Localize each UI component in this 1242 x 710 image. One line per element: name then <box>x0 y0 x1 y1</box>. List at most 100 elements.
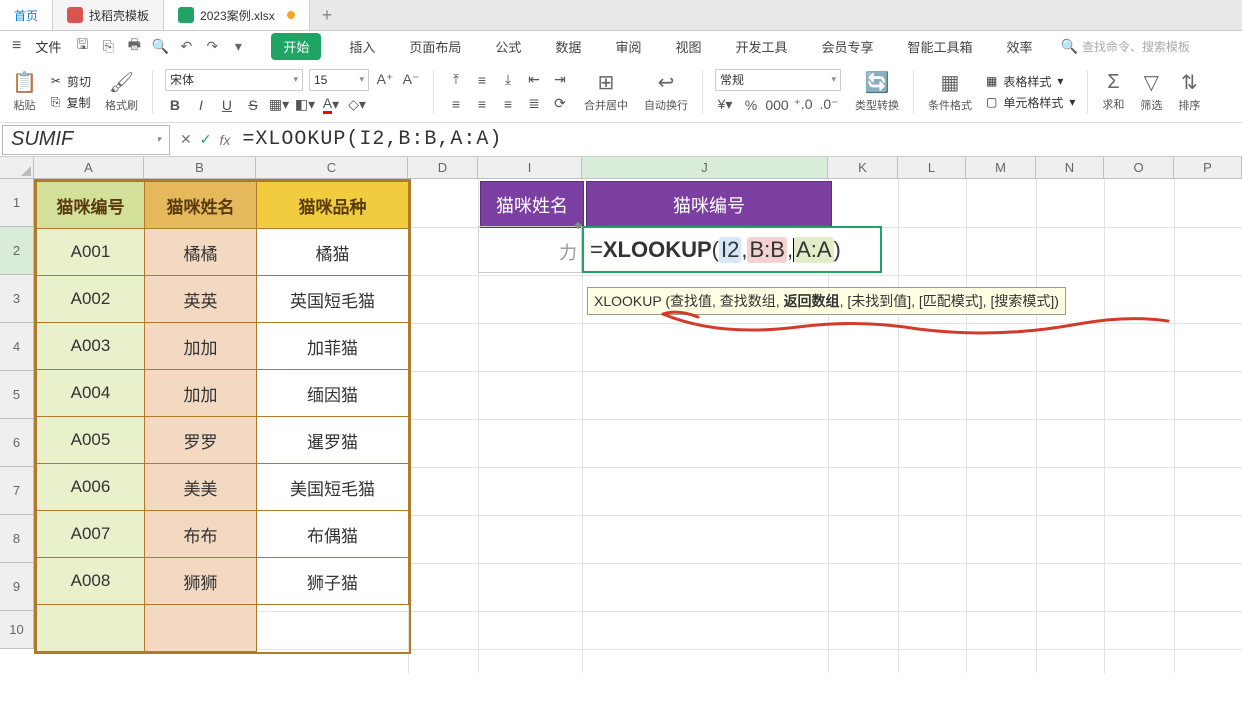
wrap-button[interactable]: ↩自动换行 <box>638 61 694 122</box>
ribbon-tab-data[interactable]: 数据 <box>549 33 587 60</box>
row-header-8[interactable]: 8 <box>0 515 34 563</box>
col-header-n[interactable]: N <box>1036 157 1104 178</box>
indent-inc-icon[interactable]: ⇥ <box>550 70 570 90</box>
cell-i2[interactable]: 力 ◆ <box>478 226 582 273</box>
highlight-button[interactable]: ◇▾ <box>347 95 367 115</box>
copy-button[interactable]: ⎘复制 <box>51 94 91 111</box>
table-row[interactable]: A002英英英国短毛猫 <box>37 276 409 323</box>
table-row[interactable]: A001橘橘橘猫 <box>37 229 409 276</box>
italic-button[interactable]: I <box>191 95 211 115</box>
row-header-5[interactable]: 5 <box>0 371 34 419</box>
redo-icon[interactable]: ↷ <box>203 37 221 55</box>
cond-format-button[interactable]: ▦条件格式 <box>922 61 978 122</box>
preview-icon[interactable]: 🔍 <box>151 37 169 55</box>
merge-button[interactable]: ⊞合并居中 <box>578 61 634 122</box>
font-select[interactable]: 宋体▾ <box>165 69 303 91</box>
row-header-4[interactable]: 4 <box>0 323 34 371</box>
col-header-o[interactable]: O <box>1104 157 1174 178</box>
ribbon-tab-smart[interactable]: 智能工具箱 <box>902 33 979 60</box>
col-header-b[interactable]: B <box>144 157 256 178</box>
table-row[interactable]: A007布布布偶猫 <box>37 511 409 558</box>
indent-dec-icon[interactable]: ⇤ <box>524 70 544 90</box>
col-header-p[interactable]: P <box>1174 157 1242 178</box>
fill-color-button[interactable]: ◧▾ <box>295 95 315 115</box>
cat-header-id[interactable]: 猫咪编号 <box>37 182 145 229</box>
sum-button[interactable]: Σ求和 <box>1096 61 1130 122</box>
row-header-10[interactable]: 10 <box>0 611 34 649</box>
cell-style-button[interactable]: ▢单元格样式▾ <box>986 94 1075 111</box>
ribbon-tab-formula[interactable]: 公式 <box>489 33 527 60</box>
ribbon-tab-view[interactable]: 视图 <box>669 33 707 60</box>
row-header-2[interactable]: 2 <box>0 227 34 275</box>
font-color-button[interactable]: A▾ <box>321 95 341 115</box>
underline-button[interactable]: U <box>217 95 237 115</box>
format-painter[interactable]: 🖌格式刷 <box>99 61 144 122</box>
percent-icon[interactable]: % <box>741 95 761 115</box>
command-search[interactable]: 🔍 查找命令、搜索模板 <box>1061 38 1190 55</box>
table-row[interactable]: A003加加加菲猫 <box>37 323 409 370</box>
row-header-1[interactable]: 1 <box>0 179 34 227</box>
tab-templates[interactable]: 找稻壳模板 <box>53 0 164 30</box>
paste-group[interactable]: 📋粘贴 <box>6 61 43 122</box>
fx-icon[interactable]: fx <box>219 132 230 148</box>
type-convert-button[interactable]: 🔄类型转换 <box>849 61 905 122</box>
row-header-6[interactable]: 6 <box>0 419 34 467</box>
row-header-7[interactable]: 7 <box>0 467 34 515</box>
table-row[interactable]: A008狮狮狮子猫 <box>37 558 409 605</box>
cell-j2-editing[interactable]: =XLOOKUP(I2,B:B,A:A) <box>582 226 882 273</box>
formula-input[interactable]: =XLOOKUP(I2,B:B,A:A) <box>238 128 1242 151</box>
cat-header-name[interactable]: 猫咪姓名 <box>145 182 257 229</box>
align-right-icon[interactable]: ≡ <box>498 94 518 114</box>
col-header-j[interactable]: J <box>582 157 828 178</box>
shrink-font-icon[interactable]: A⁻ <box>401 70 421 90</box>
formula-cancel-button[interactable]: ✕ <box>180 131 192 148</box>
cells-area[interactable]: 猫咪编号 猫咪姓名 猫咪品种 A001橘橘橘猫 A002英英英国短毛猫 A003… <box>34 179 1242 673</box>
ribbon-tab-insert[interactable]: 插入 <box>343 33 381 60</box>
cut-button[interactable]: ✂剪切 <box>51 73 91 90</box>
col-header-l[interactable]: L <box>898 157 966 178</box>
col-header-i[interactable]: I <box>478 157 582 178</box>
col-header-a[interactable]: A <box>34 157 144 178</box>
dec-decimal-icon[interactable]: .0⁻ <box>819 95 839 115</box>
dropdown-icon[interactable]: ▾ <box>229 37 247 55</box>
ribbon-tab-member[interactable]: 会员专享 <box>815 33 879 60</box>
col-header-d[interactable]: D <box>408 157 478 178</box>
strike-button[interactable]: S <box>243 95 263 115</box>
col-header-k[interactable]: K <box>828 157 898 178</box>
ribbon-tab-eff[interactable]: 效率 <box>1001 33 1039 60</box>
lookup-header-id[interactable]: 猫咪编号 <box>586 181 832 228</box>
row-header-3[interactable]: 3 <box>0 275 34 323</box>
table-row-empty[interactable] <box>37 605 409 652</box>
ribbon-tab-dev[interactable]: 开发工具 <box>729 33 793 60</box>
align-left-icon[interactable]: ≡ <box>446 94 466 114</box>
lookup-header-name[interactable]: 猫咪姓名 <box>480 181 584 228</box>
filter-button[interactable]: ▽筛选 <box>1134 61 1168 122</box>
number-format-select[interactable]: 常规▾ <box>715 69 841 91</box>
select-all-corner[interactable] <box>0 157 34 178</box>
align-justify-icon[interactable]: ≣ <box>524 94 544 114</box>
align-middle-icon[interactable]: ≡ <box>472 70 492 90</box>
sort-button[interactable]: ⇅排序 <box>1172 61 1206 122</box>
ribbon-tab-review[interactable]: 审阅 <box>609 33 647 60</box>
border-button[interactable]: ▦▾ <box>269 95 289 115</box>
font-size-select[interactable]: 15▾ <box>309 69 369 91</box>
name-box[interactable]: SUMIF▾ <box>2 125 170 155</box>
tab-home[interactable]: 首页 <box>0 0 53 30</box>
ribbon-tab-layout[interactable]: 页面布局 <box>403 33 467 60</box>
inc-decimal-icon[interactable]: ⁺.0 <box>793 95 813 115</box>
file-menu[interactable]: 文件 <box>29 37 67 56</box>
bold-button[interactable]: B <box>165 95 185 115</box>
align-center-icon[interactable]: ≡ <box>472 94 492 114</box>
print-icon[interactable]: 🖶 <box>125 37 143 55</box>
row-header-9[interactable]: 9 <box>0 563 34 611</box>
orientation-icon[interactable]: ⟳ <box>550 94 570 114</box>
tab-add-button[interactable]: + <box>310 0 345 30</box>
save-icon[interactable]: 🖫 <box>73 37 91 55</box>
app-menu-icon[interactable]: ≡ <box>8 37 25 55</box>
table-row[interactable]: A006美美美国短毛猫 <box>37 464 409 511</box>
align-top-icon[interactable]: ⤒ <box>446 70 466 90</box>
table-style-button[interactable]: ▦表格样式▾ <box>986 73 1075 90</box>
table-row[interactable]: A004加加缅因猫 <box>37 370 409 417</box>
align-bottom-icon[interactable]: ⤓ <box>498 70 518 90</box>
cat-header-breed[interactable]: 猫咪品种 <box>257 182 409 229</box>
